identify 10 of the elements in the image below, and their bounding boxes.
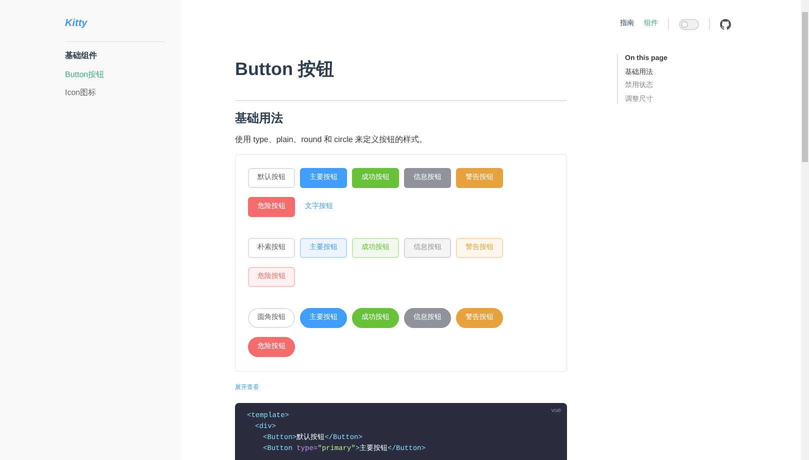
github-icon[interactable] bbox=[720, 18, 731, 30]
sidebar-item[interactable]: Button按钮 bbox=[65, 69, 104, 81]
sidebar-item[interactable]: Icon图标 bbox=[65, 87, 96, 99]
theme-toggle[interactable] bbox=[679, 18, 699, 30]
description: 使用 type、plain、round 和 circle 来定义按钮的样式。 bbox=[235, 134, 428, 146]
logo[interactable]: Kitty bbox=[65, 16, 88, 31]
scrollbar[interactable] bbox=[801, 0, 809, 460]
sidebar-group-title: 基础组件 bbox=[65, 50, 97, 62]
page-title: Button 按钮 bbox=[235, 58, 334, 81]
section-title: 基础用法 bbox=[235, 110, 283, 127]
